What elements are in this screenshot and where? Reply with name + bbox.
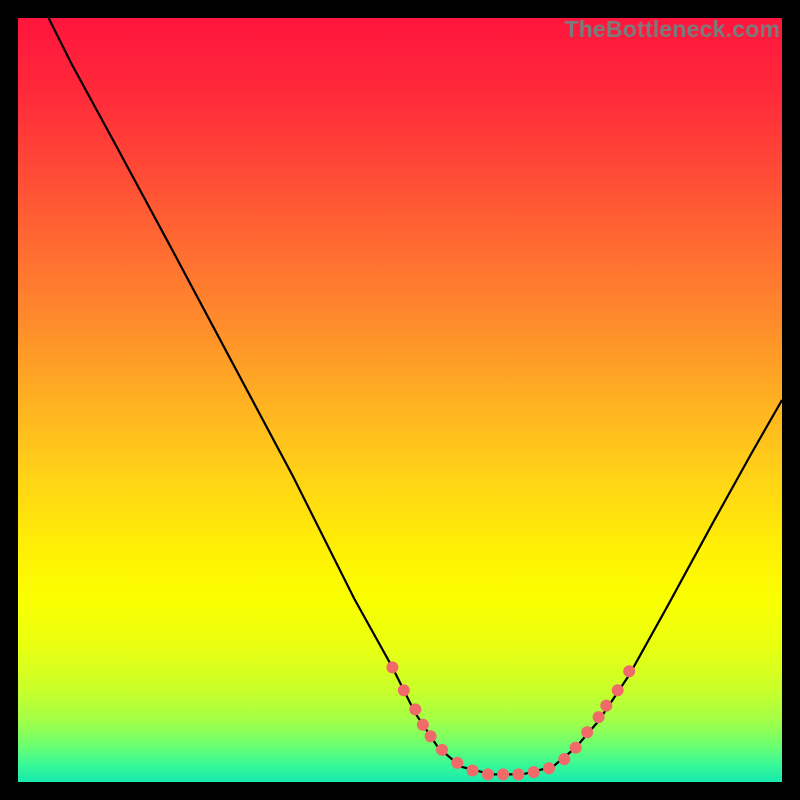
highlight-dot (512, 768, 524, 780)
highlight-dot (570, 742, 582, 754)
highlight-dot (581, 726, 593, 738)
highlight-dot (482, 768, 494, 780)
highlight-dot (425, 730, 437, 742)
highlight-dot (623, 665, 635, 677)
highlight-dot (558, 753, 570, 765)
highlight-dot (451, 757, 463, 769)
chart-plot (18, 18, 782, 782)
highlight-dots (386, 661, 635, 780)
highlight-dot (417, 719, 429, 731)
highlight-dot (612, 684, 624, 696)
bottleneck-curve (49, 18, 782, 774)
highlight-dot (409, 703, 421, 715)
highlight-dot (593, 711, 605, 723)
highlight-dot (467, 765, 479, 777)
highlight-dot (386, 661, 398, 673)
highlight-dot (497, 768, 509, 780)
highlight-dot (543, 762, 555, 774)
chart-frame: TheBottleneck.com (18, 18, 782, 782)
watermark-text: TheBottleneck.com (564, 16, 780, 43)
highlight-dot (528, 766, 540, 778)
highlight-dot (398, 684, 410, 696)
highlight-dot (436, 744, 448, 756)
highlight-dot (600, 700, 612, 712)
